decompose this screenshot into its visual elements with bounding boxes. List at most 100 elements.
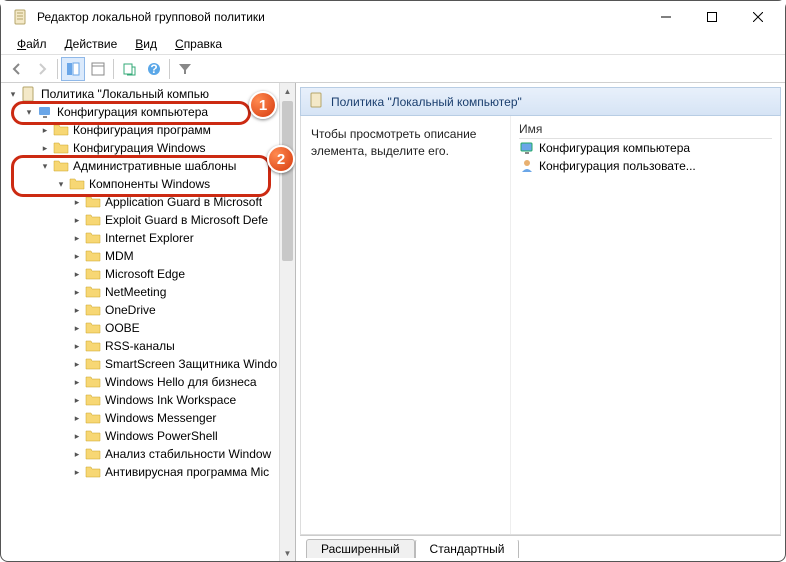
content: ▾Политика "Локальный компью▾Конфигурация… — [1, 83, 785, 561]
tree-scrollbar[interactable]: ▲ ▼ — [279, 83, 295, 561]
back-button[interactable] — [5, 57, 29, 81]
expand-icon[interactable]: ▸ — [71, 412, 83, 424]
tree-computer-config[interactable]: ▾Конфигурация компьютера — [3, 103, 293, 121]
folder-icon — [85, 195, 101, 209]
expand-icon[interactable]: ▸ — [71, 358, 83, 370]
tree-item[interactable]: ▸ Application Guard в Microsoft — [3, 193, 293, 211]
scroll-down-icon[interactable]: ▼ — [280, 545, 295, 561]
forward-button[interactable] — [30, 57, 54, 81]
expand-icon[interactable]: ▾ — [7, 88, 19, 100]
folder-icon — [85, 285, 101, 299]
tree-item[interactable]: ▸Windows PowerShell — [3, 427, 293, 445]
expand-icon[interactable]: ▸ — [71, 196, 83, 208]
minimize-button[interactable] — [643, 1, 689, 33]
tree-item[interactable]: ▸Windows Ink Workspace — [3, 391, 293, 409]
export-button[interactable] — [117, 57, 141, 81]
column-name[interactable]: Имя — [519, 120, 772, 139]
expand-icon[interactable]: ▸ — [71, 322, 83, 334]
folder-icon — [85, 213, 101, 227]
tree-item[interactable]: ▸ Internet Explorer — [3, 229, 293, 247]
tree-label: NetMeeting — [103, 285, 168, 299]
expand-icon[interactable]: ▸ — [71, 466, 83, 478]
tree-item[interactable]: ▸OneDrive — [3, 301, 293, 319]
folder-icon — [85, 375, 101, 389]
scroll-up-icon[interactable]: ▲ — [280, 83, 295, 99]
tree-label: Конфигурация программ — [71, 123, 213, 137]
folder-icon — [85, 447, 101, 461]
tab-extended[interactable]: Расширенный — [306, 539, 415, 558]
tree[interactable]: ▾Политика "Локальный компью▾Конфигурация… — [3, 85, 293, 559]
item-label: Конфигурация компьютера — [539, 141, 690, 155]
tree-item[interactable]: ▸ Конфигурация Windows — [3, 139, 293, 157]
folder-icon — [85, 303, 101, 317]
close-button[interactable] — [735, 1, 781, 33]
menu-action[interactable]: Действие — [57, 35, 126, 53]
scroll-thumb[interactable] — [282, 101, 293, 261]
expand-icon[interactable]: ▸ — [71, 250, 83, 262]
tree-item[interactable]: ▸MDM — [3, 247, 293, 265]
help-button[interactable]: ? — [142, 57, 166, 81]
tree-item[interactable]: ▸OOBE — [3, 319, 293, 337]
tree-label: SmartScreen Защитника Windo — [103, 357, 279, 371]
titlebar: Редактор локальной групповой политики — [1, 1, 785, 33]
expand-icon[interactable]: ▸ — [71, 340, 83, 352]
expand-icon[interactable]: ▸ — [71, 286, 83, 298]
folder-icon — [85, 267, 101, 281]
menu-view[interactable]: Вид — [127, 35, 165, 53]
filter-button[interactable] — [173, 57, 197, 81]
detail-title: Политика "Локальный компьютер" — [331, 95, 522, 109]
tree-item[interactable]: ▸ Microsoft Edge — [3, 265, 293, 283]
expand-icon[interactable]: ▸ — [71, 376, 83, 388]
tree-label: Конфигурация Windows — [71, 141, 208, 155]
properties-button[interactable] — [86, 57, 110, 81]
tree-label: Internet Explorer — [103, 231, 196, 245]
tree-item[interactable]: ▸ Антивирусная программа Mic — [3, 463, 293, 481]
expand-icon[interactable]: ▸ — [71, 394, 83, 406]
tree-label: RSS-каналы — [103, 339, 177, 353]
tree-item[interactable]: ▸ Конфигурация программ — [3, 121, 293, 139]
tree-label: Анализ стабильности Window — [103, 447, 273, 461]
tree-admin-templates[interactable]: ▾Административные шаблоны — [3, 157, 293, 175]
tree-pane: ▾Политика "Локальный компью▾Конфигурация… — [1, 83, 296, 561]
computer-icon — [37, 105, 53, 119]
expand-icon[interactable]: ▸ — [71, 448, 83, 460]
expand-icon[interactable]: ▸ — [71, 214, 83, 226]
tree-item[interactable]: ▸ Анализ стабильности Window — [3, 445, 293, 463]
tree-label: Exploit Guard в Microsoft Defe — [103, 213, 270, 227]
expand-icon[interactable]: ▸ — [71, 304, 83, 316]
tree-label: Антивирусная программа Mic — [103, 465, 271, 479]
maximize-button[interactable] — [689, 1, 735, 33]
folder-icon — [85, 429, 101, 443]
tree-item[interactable]: ▸ Exploit Guard в Microsoft Defe — [3, 211, 293, 229]
tree-item[interactable]: ▸Windows Messenger — [3, 409, 293, 427]
expand-icon[interactable]: ▾ — [55, 178, 67, 190]
list-item[interactable]: Конфигурация компьютера — [519, 139, 772, 157]
detail-list: Имя Конфигурация компьютера Конфигурация… — [511, 116, 780, 534]
tab-standard[interactable]: Стандартный — [415, 539, 520, 558]
tree-item[interactable]: ▸ Windows Hello для бизнеса — [3, 373, 293, 391]
folder-icon — [85, 411, 101, 425]
tree-root[interactable]: ▾ Политика "Локальный компью — [3, 85, 293, 103]
detail-description: Чтобы просмотреть описание элемента, выд… — [301, 116, 511, 534]
expand-icon[interactable]: ▸ — [39, 142, 51, 154]
expand-icon[interactable]: ▸ — [71, 232, 83, 244]
tree-label: Application Guard в Microsoft — [103, 195, 264, 209]
tree-item[interactable]: ▸ SmartScreen Защитника Windo — [3, 355, 293, 373]
policy-icon — [21, 87, 37, 101]
expand-icon[interactable]: ▸ — [71, 430, 83, 442]
expand-icon[interactable]: ▾ — [39, 160, 51, 172]
expand-icon[interactable]: ▾ — [23, 106, 35, 118]
expand-icon[interactable]: ▸ — [39, 124, 51, 136]
item-label: Конфигурация пользовате... — [539, 159, 696, 173]
tree-label: Microsoft Edge — [103, 267, 187, 281]
tree-item[interactable]: ▸ NetMeeting — [3, 283, 293, 301]
show-tree-button[interactable] — [61, 57, 85, 81]
expand-icon[interactable]: ▸ — [71, 268, 83, 280]
tree-label: Политика "Локальный компью — [39, 87, 211, 101]
tree-label: Windows Hello для бизнеса — [103, 375, 259, 389]
menu-help[interactable]: Справка — [167, 35, 230, 53]
tree-item[interactable]: ▸ RSS-каналы — [3, 337, 293, 355]
tree-windows-components[interactable]: ▾Компоненты Windows — [3, 175, 293, 193]
list-item[interactable]: Конфигурация пользовате... — [519, 157, 772, 175]
menu-file[interactable]: Файл — [9, 35, 55, 53]
